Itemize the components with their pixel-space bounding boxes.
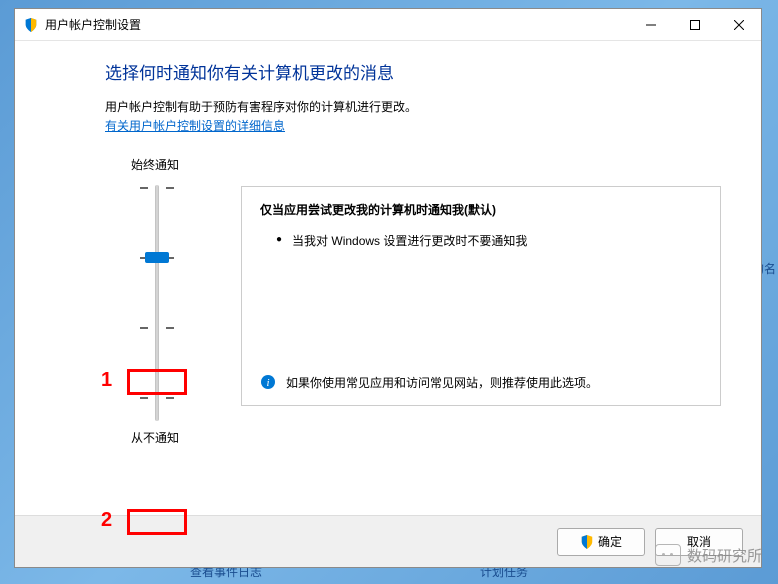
info-footer-text: 如果你使用常见应用和访问常见网站，则推荐使用此选项。: [286, 374, 598, 391]
info-bullet-item: ● 当我对 Windows 设置进行更改时不要通知我: [260, 232, 702, 249]
slider-track[interactable]: [105, 185, 205, 421]
watermark-text: 数码研究所: [687, 545, 762, 566]
shield-icon: [580, 535, 594, 549]
slider-column: 始终通知 从不通知 1 2: [105, 156, 205, 446]
watermark: 数码研究所: [655, 544, 762, 566]
description-text: 用户帐户控制有助于预防有害程序对你的计算机进行更改。: [105, 98, 721, 115]
titlebar: 用户帐户控制设置: [15, 9, 761, 41]
shield-icon: [23, 17, 39, 33]
slider-thumb[interactable]: [145, 252, 169, 263]
slider-label-top: 始终通知: [105, 156, 205, 173]
ok-button[interactable]: 确定: [557, 528, 645, 556]
window-controls: [629, 10, 761, 40]
info-panel-title: 仅当应用尝试更改我的计算机时通知我(默认): [260, 201, 702, 218]
info-panel: 仅当应用尝试更改我的计算机时通知我(默认) ● 当我对 Windows 设置进行…: [241, 186, 721, 406]
wechat-icon: [655, 544, 681, 566]
page-heading: 选择何时通知你有关计算机更改的消息: [105, 59, 721, 84]
info-footer: i 如果你使用常见应用和访问常见网站，则推荐使用此选项。: [260, 374, 702, 391]
bottom-bar: 确定 取消: [15, 515, 761, 567]
slider-label-bottom: 从不通知: [105, 429, 205, 446]
learn-more-link[interactable]: 有关用户帐户控制设置的详细信息: [105, 117, 721, 134]
ok-button-label: 确定: [598, 533, 622, 550]
uac-window: 用户帐户控制设置 选择何时通知你有关计算机更改的消息 用户帐户控制有助于预防有害…: [14, 8, 762, 568]
close-button[interactable]: [717, 10, 761, 40]
svg-text:i: i: [266, 377, 269, 389]
slider-area: 始终通知 从不通知 1 2 仅当应用尝试更改我的计算机时通知我(默认): [105, 156, 721, 446]
maximize-button[interactable]: [673, 10, 717, 40]
info-icon: i: [260, 374, 276, 390]
window-title: 用户帐户控制设置: [45, 16, 629, 33]
content-area: 选择何时通知你有关计算机更改的消息 用户帐户控制有助于预防有害程序对你的计算机进…: [15, 41, 761, 515]
bullet-icon: ●: [276, 232, 282, 249]
minimize-button[interactable]: [629, 10, 673, 40]
bullet-text: 当我对 Windows 设置进行更改时不要通知我: [292, 232, 527, 249]
